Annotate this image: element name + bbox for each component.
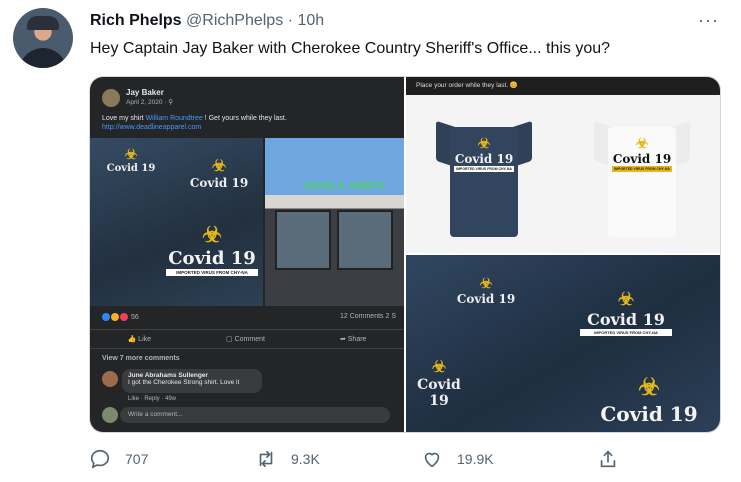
shirt-print: ☣ Covid 19	[594, 373, 704, 426]
fb-viewer-avatar	[102, 407, 118, 423]
shirt-title: Covid 19	[189, 176, 249, 190]
biohazard-icon: ☣	[638, 374, 660, 401]
reply-action[interactable]: 707	[89, 448, 148, 470]
shirt-title: Covid 19	[587, 310, 665, 329]
fb-share-action: ➦ Share	[339, 336, 367, 343]
fb-author-name: Jay Baker	[126, 88, 164, 97]
fb-write-comment: Write a comment...	[120, 407, 390, 423]
tweet-header: Rich Phelps @RichPhelps · 10h	[90, 12, 324, 30]
haha-reaction-icon	[111, 313, 119, 321]
fb-text-before: Love my shirt	[102, 115, 146, 122]
shirt-band: IMPORTED VIRUS FROM CHY-NA	[454, 166, 514, 172]
tweet-text: Hey Captain Jay Baker with Cherokee Coun…	[90, 40, 611, 57]
shirt-title: Covid 19	[456, 292, 516, 306]
reply-icon[interactable]	[89, 448, 111, 470]
fb-post-link: http://www.deadlineapparel.com	[102, 124, 202, 131]
biohazard-icon: ☣	[477, 135, 491, 151]
biohazard-icon: ☣	[431, 359, 447, 376]
tweet-action-bar: 707 9.3K 19.9K	[89, 448, 721, 474]
avatar-body	[19, 48, 67, 68]
shirt-title: Covid 19	[612, 152, 672, 166]
fb-commenter-name: June Abrahams Sullenger	[128, 372, 208, 379]
heart-icon[interactable]	[421, 448, 443, 470]
shirt-band: IMPORTED VIRUS FROM CHY-NA	[166, 269, 258, 276]
biohazard-icon: ☣	[211, 158, 227, 175]
fb-photo-shirts: ☣ Covid 19 ☣ Covid 19 ☣ Covid 19 IMPORTE…	[90, 138, 263, 306]
author-handle[interactable]: @RichPhelps	[186, 12, 283, 29]
shirt-title: Covid 19	[454, 152, 514, 166]
shirt-print: ☣ Covid 19 IMPORTED VIRUS FROM CHY-NA	[580, 289, 672, 336]
fb-comment: June Abrahams Sullenger I got the Cherok…	[122, 369, 262, 393]
fb-comment-text: I got the Cherokee Strong shirt. Love it	[128, 379, 240, 386]
biohazard-icon: ☣	[479, 275, 493, 291]
media-shirts-stack[interactable]: ☣ Covid 19 ☣ Covid 19 IMPORTED VIRUS FRO…	[406, 255, 720, 432]
avatar[interactable]	[13, 8, 73, 68]
store-sign: SIGNS & SHIRTS	[304, 181, 385, 192]
shirt-print: ☣ Covid 19 IMPORTED VIRUS FROM CHY-NA	[612, 135, 672, 172]
separator-dot: ·	[287, 12, 293, 29]
fb-comment-meta: Like · Reply · 49w	[128, 396, 177, 402]
like-count: 19.9K	[457, 451, 494, 467]
media-grid[interactable]: Jay Baker April 2, 2020 · ⚲ Love my shir…	[89, 76, 721, 433]
shirt-band: IMPORTED VIRUS FROM CHY-NA	[612, 166, 672, 172]
shirt-print: ☣ Covid 19 IMPORTED VIRUS FROM CHY-NA	[166, 222, 258, 276]
store-window	[275, 210, 331, 270]
biohazard-icon: ☣	[635, 135, 649, 151]
biohazard-icon: ☣	[124, 146, 138, 162]
reply-count: 707	[125, 451, 149, 467]
retweet-icon[interactable]	[255, 448, 277, 470]
fb-photo-storefront	[265, 138, 404, 306]
shirt-print: ☣ Covid 19	[446, 275, 526, 306]
navy-shirt: ☣ Covid 19 IMPORTED VIRUS FROM CHY-NA	[436, 109, 532, 237]
shirt-title: Covid 19	[417, 377, 461, 409]
fb-mention: William Roundtree	[145, 115, 203, 122]
shirt-print: ☣ Covid 19	[182, 156, 256, 190]
author-name[interactable]: Rich Phelps	[90, 12, 182, 29]
fb-comment-action: ▢ Comment	[226, 336, 265, 343]
shirt-print: ☣ Covid 19 IMPORTED VIRUS FROM CHY-NA	[454, 135, 514, 172]
biohazard-icon: ☣	[617, 289, 635, 309]
like-reaction-icon	[102, 313, 110, 321]
shirt-print: ☣ Covid 19	[96, 146, 166, 174]
fb-author-avatar	[102, 89, 120, 107]
share-action[interactable]	[597, 448, 633, 470]
fb-post-text: Love my shirt William Roundtree ! Get yo…	[102, 115, 287, 122]
retweet-action[interactable]: 9.3K	[255, 448, 320, 470]
share-icon[interactable]	[597, 448, 619, 470]
avatar-cap	[27, 16, 59, 30]
fb-reaction-count: 56	[130, 313, 139, 321]
white-shirt: ☣ Covid 19 IMPORTED VIRUS FROM CHY-NA	[594, 109, 690, 237]
media-product-photo[interactable]: Place your order while they last. 😊 ☣ Co…	[406, 77, 720, 253]
shirt-print: ☣ Covid 19	[406, 357, 472, 409]
store-window	[337, 210, 393, 270]
fb-text-after: ! Get yours while they last.	[202, 115, 287, 122]
biohazard-icon: ☣	[202, 222, 222, 247]
fb-view-more-comments: View 7 more comments	[102, 355, 180, 362]
fb-commenter-avatar	[102, 371, 118, 387]
media-facebook-screenshot[interactable]: Jay Baker April 2, 2020 · ⚲ Love my shir…	[90, 77, 404, 432]
shirt-title: Covid 19	[106, 163, 156, 174]
like-action[interactable]: 19.9K	[421, 448, 494, 470]
fb-like-action: 👍 Like	[127, 336, 152, 343]
retweet-count: 9.3K	[291, 451, 320, 467]
love-reaction-icon	[120, 313, 128, 321]
fb-comments-shares: 12 Comments 2 S	[339, 313, 396, 320]
fb-action-bar: 👍 Like ▢ Comment ➦ Share	[90, 329, 404, 349]
shirt-title: Covid 19	[600, 402, 698, 426]
tweet-time[interactable]: 10h	[297, 12, 324, 29]
order-caption: Place your order while they last. 😊	[406, 77, 720, 95]
shirt-band: IMPORTED VIRUS FROM CHY-NA	[580, 329, 672, 336]
fb-reactions: 56	[102, 313, 139, 321]
fb-post-date: April 2, 2020 · ⚲	[126, 99, 174, 106]
shirt-title: Covid 19	[168, 248, 256, 269]
more-options-icon[interactable]: ···	[698, 10, 719, 31]
